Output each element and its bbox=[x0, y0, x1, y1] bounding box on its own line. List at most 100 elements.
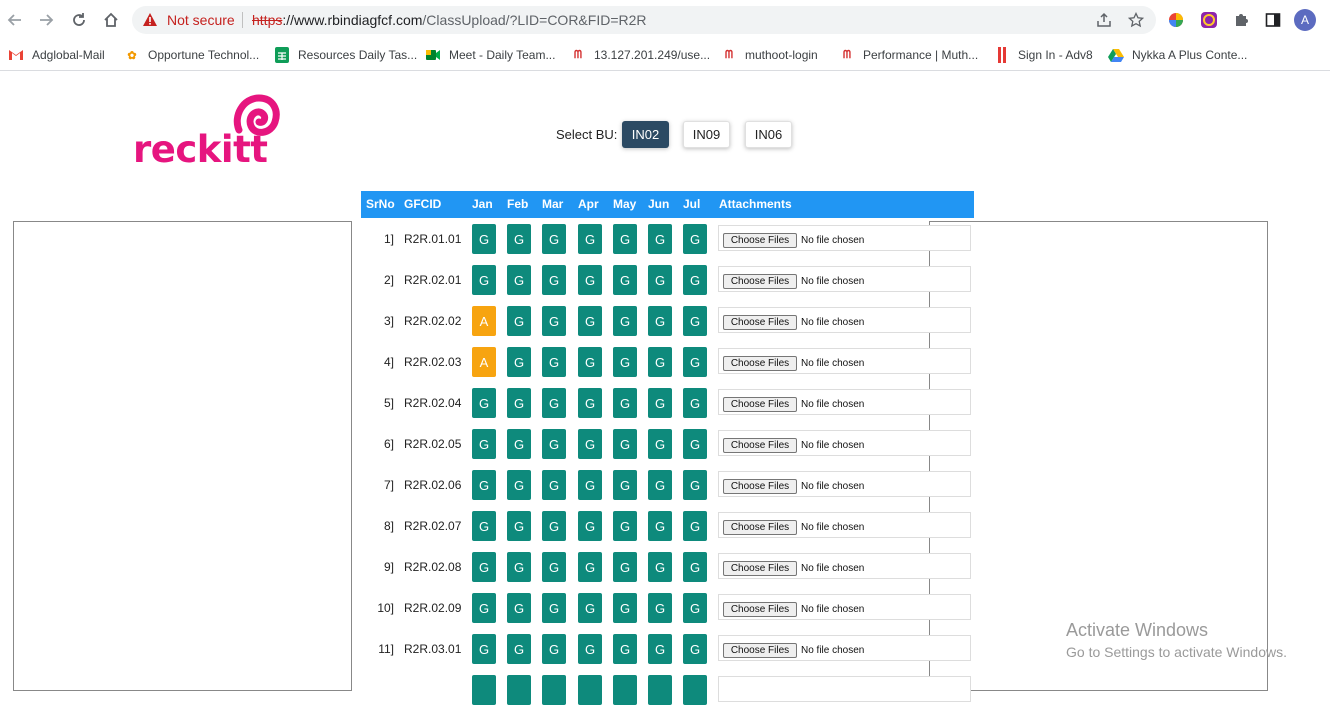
bookmark-nykka[interactable]: Nykka A Plus Conte... bbox=[1108, 44, 1247, 66]
status-badge-jan[interactable]: G bbox=[472, 429, 496, 459]
status-badge-feb[interactable]: G bbox=[507, 470, 531, 500]
choose-files-button[interactable]: Choose Files bbox=[723, 561, 797, 576]
status-badge-apr[interactable]: G bbox=[578, 306, 602, 336]
choose-files-button[interactable]: Choose Files bbox=[723, 356, 797, 371]
status-badge-may[interactable]: G bbox=[613, 265, 637, 295]
status-badge-mar[interactable]: G bbox=[542, 429, 566, 459]
status-badge-feb[interactable]: G bbox=[507, 347, 531, 377]
status-badge-jul[interactable]: G bbox=[683, 511, 707, 541]
status-badge-jun[interactable]: G bbox=[648, 511, 672, 541]
choose-files-button[interactable]: Choose Files bbox=[723, 274, 797, 289]
status-badge-jun[interactable]: G bbox=[648, 347, 672, 377]
status-badge-jun[interactable]: G bbox=[648, 593, 672, 623]
status-badge-apr[interactable]: G bbox=[578, 388, 602, 418]
home-icon[interactable] bbox=[100, 9, 122, 31]
bu-button-in09[interactable]: IN09 bbox=[683, 121, 730, 148]
choose-files-button[interactable]: Choose Files bbox=[723, 397, 797, 412]
status-badge-jan[interactable]: G bbox=[472, 511, 496, 541]
address-bar[interactable]: Not secure https://www.rbindiagfcf.com/C… bbox=[132, 6, 1156, 34]
status-badge-jul[interactable]: G bbox=[683, 347, 707, 377]
reload-icon[interactable] bbox=[68, 9, 90, 31]
status-badge-mar[interactable]: G bbox=[542, 224, 566, 254]
bookmark-opportune[interactable]: ✿ Opportune Technol... bbox=[124, 44, 259, 66]
share-icon[interactable] bbox=[1094, 10, 1114, 30]
status-badge-partial[interactable] bbox=[542, 675, 566, 705]
bookmark-muthoot-login[interactable]: ᗰ muthoot-login bbox=[721, 44, 818, 66]
status-badge-jun[interactable]: G bbox=[648, 224, 672, 254]
bu-button-in02[interactable]: IN02 bbox=[622, 121, 669, 148]
file-upload-field[interactable]: Choose Files No file chosen bbox=[718, 348, 971, 374]
file-upload-field[interactable]: Choose Files No file chosen bbox=[718, 389, 971, 415]
bookmark-ip-address[interactable]: ᗰ 13.127.201.249/use... bbox=[570, 44, 710, 66]
status-badge-apr[interactable]: G bbox=[578, 470, 602, 500]
status-badge-jun[interactable]: G bbox=[648, 470, 672, 500]
status-badge-jun[interactable]: G bbox=[648, 634, 672, 664]
extensions-puzzle-icon[interactable] bbox=[1231, 10, 1251, 30]
status-badge-feb[interactable]: G bbox=[507, 388, 531, 418]
status-badge-mar[interactable]: G bbox=[542, 634, 566, 664]
status-badge-apr[interactable]: G bbox=[578, 552, 602, 582]
bookmark-resources[interactable]: Resources Daily Tas... bbox=[274, 44, 417, 66]
file-upload-field[interactable] bbox=[718, 676, 971, 702]
status-badge-jul[interactable]: G bbox=[683, 634, 707, 664]
file-upload-field[interactable]: Choose Files No file chosen bbox=[718, 225, 971, 251]
profile-avatar[interactable]: A bbox=[1294, 9, 1316, 31]
bookmark-star-icon[interactable] bbox=[1126, 10, 1146, 30]
choose-files-button[interactable]: Choose Files bbox=[723, 438, 797, 453]
bu-button-in06[interactable]: IN06 bbox=[745, 121, 792, 148]
choose-files-button[interactable]: Choose Files bbox=[723, 602, 797, 617]
status-badge-partial[interactable] bbox=[613, 675, 637, 705]
status-badge-mar[interactable]: G bbox=[542, 306, 566, 336]
status-badge-apr[interactable]: G bbox=[578, 634, 602, 664]
status-badge-may[interactable]: G bbox=[613, 224, 637, 254]
status-badge-apr[interactable]: G bbox=[578, 511, 602, 541]
status-badge-jul[interactable]: G bbox=[683, 306, 707, 336]
status-badge-jan[interactable]: G bbox=[472, 593, 496, 623]
status-badge-mar[interactable]: G bbox=[542, 552, 566, 582]
status-badge-apr[interactable]: G bbox=[578, 429, 602, 459]
file-upload-field[interactable]: Choose Files No file chosen bbox=[718, 553, 971, 579]
status-badge-feb[interactable]: G bbox=[507, 429, 531, 459]
status-badge-may[interactable]: G bbox=[613, 593, 637, 623]
status-badge-partial[interactable] bbox=[578, 675, 602, 705]
status-badge-apr[interactable]: G bbox=[578, 347, 602, 377]
status-badge-jul[interactable]: G bbox=[683, 470, 707, 500]
status-badge-jul[interactable]: G bbox=[683, 265, 707, 295]
status-badge-jan[interactable]: G bbox=[472, 470, 496, 500]
status-badge-mar[interactable]: G bbox=[542, 511, 566, 541]
status-badge-may[interactable]: G bbox=[613, 306, 637, 336]
status-badge-feb[interactable]: G bbox=[507, 265, 531, 295]
status-badge-may[interactable]: G bbox=[613, 552, 637, 582]
status-badge-jan[interactable]: G bbox=[472, 552, 496, 582]
status-badge-apr[interactable]: G bbox=[578, 224, 602, 254]
not-secure-label[interactable]: Not secure bbox=[167, 12, 235, 28]
status-badge-jan[interactable]: G bbox=[472, 388, 496, 418]
status-badge-feb[interactable]: G bbox=[507, 634, 531, 664]
url-text[interactable]: https://www.rbindiagfcf.com/ClassUpload/… bbox=[252, 12, 647, 28]
status-badge-jul[interactable]: G bbox=[683, 593, 707, 623]
status-badge-jul[interactable]: G bbox=[683, 388, 707, 418]
status-badge-jan[interactable]: G bbox=[472, 265, 496, 295]
status-badge-feb[interactable]: G bbox=[507, 511, 531, 541]
color-picker-extension-icon[interactable] bbox=[1166, 10, 1186, 30]
status-badge-may[interactable]: G bbox=[613, 429, 637, 459]
status-badge-mar[interactable]: G bbox=[542, 593, 566, 623]
status-badge-jan[interactable]: G bbox=[472, 224, 496, 254]
bookmark-adglobal-mail[interactable]: Adglobal-Mail bbox=[8, 44, 105, 66]
status-badge-jul[interactable]: G bbox=[683, 224, 707, 254]
status-badge-mar[interactable]: G bbox=[542, 347, 566, 377]
status-badge-jun[interactable]: G bbox=[648, 265, 672, 295]
side-panel-icon[interactable] bbox=[1263, 10, 1283, 30]
chromatic-extension-icon[interactable] bbox=[1199, 10, 1219, 30]
status-badge-may[interactable]: G bbox=[613, 634, 637, 664]
choose-files-button[interactable]: Choose Files bbox=[723, 233, 797, 248]
file-upload-field[interactable]: Choose Files No file chosen bbox=[718, 430, 971, 456]
bookmark-meet[interactable]: Meet - Daily Team... bbox=[425, 44, 555, 66]
status-badge-jun[interactable]: G bbox=[648, 429, 672, 459]
status-badge-jul[interactable]: G bbox=[683, 429, 707, 459]
status-badge-mar[interactable]: G bbox=[542, 470, 566, 500]
status-badge-feb[interactable]: G bbox=[507, 552, 531, 582]
status-badge-feb[interactable]: G bbox=[507, 306, 531, 336]
status-badge-partial[interactable] bbox=[472, 675, 496, 705]
choose-files-button[interactable]: Choose Files bbox=[723, 643, 797, 658]
